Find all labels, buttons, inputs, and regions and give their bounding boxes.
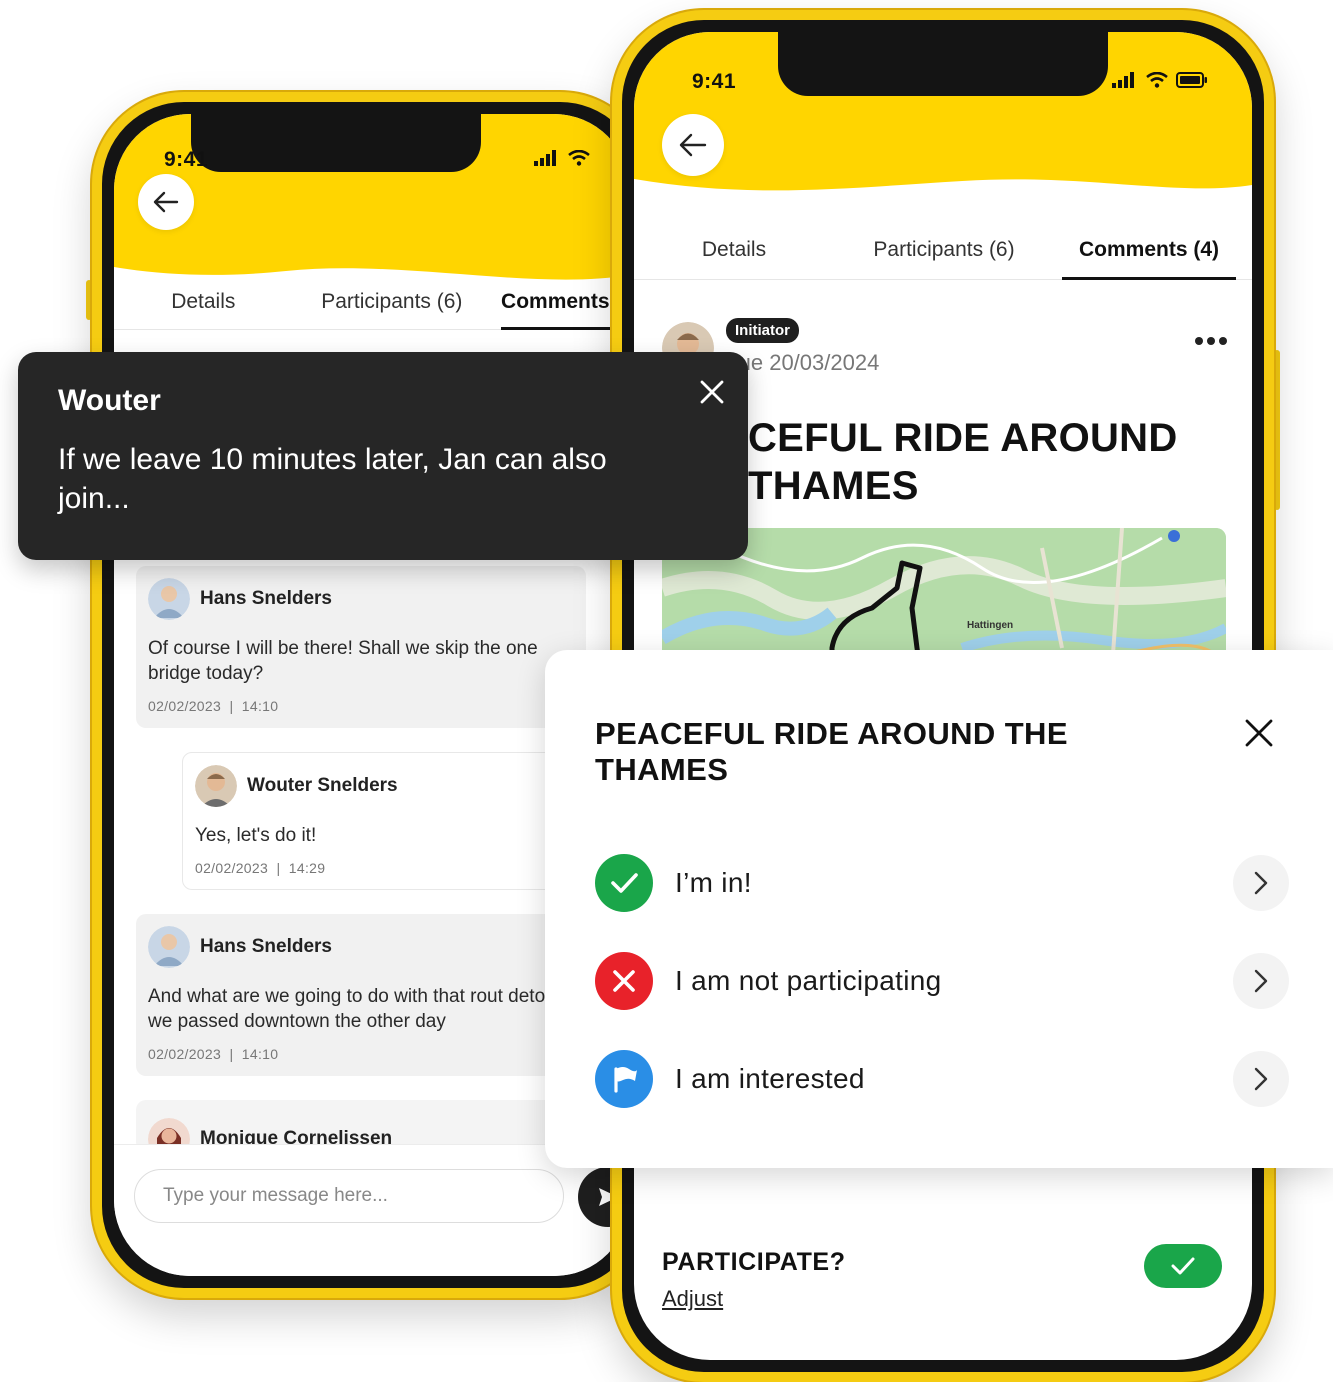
tab-details[interactable]: Details xyxy=(634,222,834,279)
comment-author: Hans Snelders xyxy=(200,588,332,609)
check-icon xyxy=(595,854,653,912)
comment-timestamp: 02/02/2023 | 14:10 xyxy=(148,1046,279,1062)
arrow-left-icon xyxy=(153,191,179,213)
x-icon xyxy=(595,952,653,1010)
signal-icon xyxy=(534,150,556,166)
header-wave xyxy=(634,163,1252,203)
avatar xyxy=(148,926,190,968)
event-date: Tue 20/03/2024 xyxy=(726,350,880,375)
comment-author: Wouter Snelders xyxy=(247,775,398,796)
tab-bar: Details Participants (6) Comments ( xyxy=(114,274,630,330)
tab-bar: Details Participants (6) Comments (4) xyxy=(634,222,1252,280)
tab-details[interactable]: Details xyxy=(114,274,293,329)
battery-icon xyxy=(1176,72,1207,88)
comment-notification[interactable]: Wouter If we leave 10 minutes later, Jan… xyxy=(18,352,748,560)
close-notification-button[interactable] xyxy=(694,374,730,410)
avatar xyxy=(148,578,190,620)
status-icons xyxy=(1112,72,1208,88)
sheet-title: PEACEFUL RIDE AROUND THE THAMES xyxy=(595,716,1068,787)
comment-date: 02/02/2023 xyxy=(195,860,269,876)
comment-reply-card: Wouter Snelders Yes, let's do it! 02/02/… xyxy=(182,752,592,890)
comment-card: Hans Snelders Of course I will be there!… xyxy=(136,566,586,728)
map-label: Hattingen xyxy=(967,620,1014,631)
comment-date: 02/02/2023 xyxy=(148,698,222,714)
participate-label: PARTICIPATE? xyxy=(662,1248,846,1276)
option-label: I am interested xyxy=(675,1063,865,1094)
check-icon xyxy=(1171,1257,1195,1275)
back-button[interactable] xyxy=(138,174,194,230)
comment-time: 14:10 xyxy=(241,698,279,714)
notch xyxy=(191,114,481,172)
comment-author: Hans Snelders xyxy=(200,936,332,957)
message-bar: Type your message here... xyxy=(114,1144,630,1276)
signal-icon xyxy=(1112,72,1134,88)
adjust-link[interactable]: Adjust xyxy=(662,1286,723,1312)
option-im-in[interactable]: I’m in! xyxy=(595,852,1289,914)
notification-sender: Wouter xyxy=(58,384,161,417)
status-time: 9:41 xyxy=(692,70,737,93)
wifi-icon xyxy=(1146,72,1168,88)
comment-timestamp: 02/02/2023 | 14:29 xyxy=(195,860,326,876)
option-label: I am not participating xyxy=(675,965,942,996)
flag-icon xyxy=(595,1050,653,1108)
comment-card: Hans Snelders And what are we going to d… xyxy=(136,914,586,1076)
chevron-right-icon xyxy=(1233,1051,1289,1107)
option-interested[interactable]: I am interested xyxy=(595,1048,1289,1110)
tab-comments[interactable]: Comments ( xyxy=(501,274,630,330)
comment-header: Hans Snelders xyxy=(148,578,574,620)
right-phone-side-button xyxy=(1274,350,1280,510)
more-options-icon[interactable] xyxy=(1194,334,1228,352)
comment-text: Yes, let's do it! xyxy=(195,825,317,846)
participation-status-pill[interactable] xyxy=(1144,1244,1222,1288)
option-label: I’m in! xyxy=(675,867,752,898)
notch xyxy=(778,32,1108,96)
close-sheet-button[interactable] xyxy=(1238,712,1280,754)
close-icon xyxy=(1245,719,1273,747)
wifi-icon xyxy=(568,150,590,166)
message-input[interactable]: Type your message here... xyxy=(134,1169,564,1223)
comment-text: And what are we going to do with that ro… xyxy=(148,986,563,1032)
chevron-right-icon xyxy=(1233,855,1289,911)
event-title-line-1: CEFUL RIDE AROUND xyxy=(748,416,1178,460)
chevron-right-icon xyxy=(1233,953,1289,1009)
comment-header: Wouter Snelders xyxy=(195,765,579,807)
arrow-left-icon xyxy=(679,133,707,157)
tab-participants[interactable]: Participants (6) xyxy=(834,222,1054,279)
option-not-participating[interactable]: I am not participating xyxy=(595,950,1289,1012)
comment-date: 02/02/2023 xyxy=(148,1046,222,1062)
tab-participants[interactable]: Participants (6) xyxy=(293,274,491,329)
event-title-line-2: THAMES xyxy=(748,464,919,508)
status-icons xyxy=(534,150,590,166)
comment-timestamp: 02/02/2023 | 14:10 xyxy=(148,698,279,714)
tab-comments[interactable]: Comments (4) xyxy=(1062,222,1236,280)
participation-sheet: PEACEFUL RIDE AROUND THE THAMES I’m in! … xyxy=(545,650,1333,1168)
close-icon xyxy=(700,380,724,404)
comment-time: 14:29 xyxy=(288,860,326,876)
initiator-badge: Initiator xyxy=(726,318,799,343)
back-button[interactable] xyxy=(662,114,724,176)
status-time: 9:41 xyxy=(164,148,209,171)
notification-message: If we leave 10 minutes later, Jan can al… xyxy=(58,443,607,515)
avatar xyxy=(195,765,237,807)
comment-header: Hans Snelders xyxy=(148,926,574,968)
comment-time: 14:10 xyxy=(241,1046,279,1062)
comment-text: Of course I will be there! Shall we skip… xyxy=(148,638,538,684)
